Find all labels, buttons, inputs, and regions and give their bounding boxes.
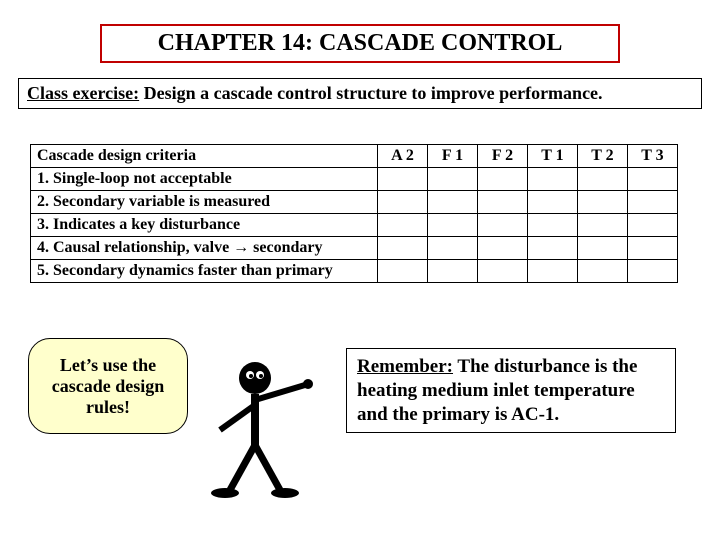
table-cell [428,237,478,260]
table-cell [628,260,678,283]
class-exercise-box: Class exercise: Design a cascade control… [18,78,702,109]
exercise-text: Design a cascade control structure to im… [139,83,602,103]
table-cell [528,168,578,191]
table-cell [378,260,428,283]
table-cell [578,260,628,283]
pointing-figure-icon [200,350,320,500]
table-cell [628,214,678,237]
row-label: 3. Indicates a key disturbance [31,214,378,237]
header-t3: T 3 [628,145,678,168]
chapter-title: CHAPTER 14: CASCADE CONTROL [100,24,620,63]
table-cell [378,168,428,191]
table-cell [378,237,428,260]
header-t1: T 1 [528,145,578,168]
table-cell [628,168,678,191]
header-f1: F 1 [428,145,478,168]
header-t2: T 2 [578,145,628,168]
header-a2: A 2 [378,145,428,168]
speech-bubble: Let’s use the cascade design rules! [28,338,188,434]
table-cell [428,191,478,214]
row-label: 4. Causal relationship, valve → secondar… [31,237,378,260]
table-row: 3. Indicates a key disturbance [31,214,678,237]
table-row: 2. Secondary variable is measured [31,191,678,214]
row-label: 1. Single-loop not acceptable [31,168,378,191]
table-cell [378,214,428,237]
table-cell [528,237,578,260]
table-cell [628,237,678,260]
table-cell [478,191,528,214]
remember-label: Remember: [357,356,453,377]
table-cell [428,260,478,283]
exercise-label: Class exercise: [27,83,139,103]
table-cell [578,214,628,237]
table-cell [628,191,678,214]
header-f2: F 2 [478,145,528,168]
table-cell [478,168,528,191]
criteria-table: Cascade design criteria A 2 F 1 F 2 T 1 … [30,144,678,283]
header-criteria: Cascade design criteria [31,145,378,168]
remember-box: Remember: The disturbance is the heating… [346,348,676,433]
row-label: 5. Secondary dynamics faster than primar… [31,260,378,283]
row-label: 2. Secondary variable is measured [31,191,378,214]
table-cell [428,214,478,237]
table-row: 4. Causal relationship, valve → secondar… [31,237,678,260]
table-cell [528,260,578,283]
table-cell [578,191,628,214]
table-row: 1. Single-loop not acceptable [31,168,678,191]
table-cell [578,168,628,191]
table-cell [478,260,528,283]
bubble-text: Let’s use the cascade design rules! [37,355,179,418]
table-cell [428,168,478,191]
table-cell [478,214,528,237]
table-cell [528,214,578,237]
table-cell [528,191,578,214]
table-cell [578,237,628,260]
table-row: 5. Secondary dynamics faster than primar… [31,260,678,283]
table-cell [378,191,428,214]
table-cell [478,237,528,260]
table-header-row: Cascade design criteria A 2 F 1 F 2 T 1 … [31,145,678,168]
